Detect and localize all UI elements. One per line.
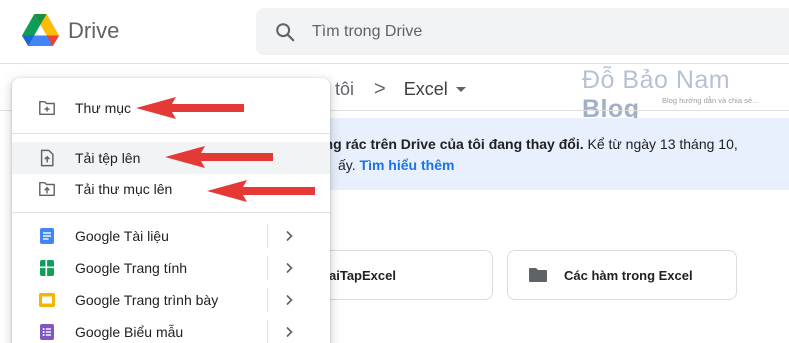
breadcrumb-separator: > (374, 77, 386, 100)
google-slides-icon (39, 293, 55, 307)
menu-divider (12, 212, 330, 213)
banner-message: ùng rác trên Drive của tôi đang thay đổi… (316, 136, 738, 152)
top-bar: Drive (0, 0, 789, 64)
menu-item-google-sheets[interactable]: Google Trang tính (12, 252, 330, 284)
menu-item-google-docs[interactable]: Google Tài liệu (12, 220, 330, 252)
watermark-tagline: Blog hướng dẫn và chia sẻ... (662, 96, 759, 105)
google-forms-icon (40, 324, 54, 340)
google-drive-logo[interactable] (22, 14, 59, 47)
new-folder-icon (39, 100, 55, 116)
search-icon[interactable] (274, 21, 296, 43)
menu-item-label: Tải thư mục lên (75, 181, 173, 197)
search-bar[interactable] (256, 8, 789, 55)
folder-name: Các hàm trong Excel (564, 268, 693, 283)
menu-item-label: Google Biểu mẫu (75, 324, 184, 340)
menu-item-label: Tải tệp lên (75, 150, 141, 166)
notice-banner: ùng rác trên Drive của tôi đang thay đổi… (258, 118, 789, 190)
folder-upload-icon (39, 181, 55, 197)
google-docs-icon (40, 228, 54, 244)
annotation-arrow-icon (165, 146, 273, 168)
file-upload-icon (40, 149, 54, 167)
annotation-arrow-icon (207, 180, 315, 202)
annotation-arrow-icon (136, 97, 244, 119)
menu-item-label: Google Tài liệu (75, 228, 169, 244)
learn-more-link[interactable]: Tìm hiểu thêm (360, 157, 455, 173)
folder-card[interactable]: Các hàm trong Excel (507, 250, 737, 300)
menu-divider (12, 133, 330, 134)
menu-item-label: Thư mục (75, 100, 132, 116)
breadcrumb-current[interactable]: Excel (404, 79, 448, 100)
menu-item-divider (267, 256, 268, 280)
banner-message-continued: ấy. Tìm hiểu thêm (338, 157, 455, 173)
search-input[interactable] (312, 8, 772, 55)
chevron-right-icon[interactable] (282, 325, 296, 339)
menu-item-label: Google Trang trình bày (75, 292, 219, 308)
chevron-right-icon[interactable] (282, 293, 296, 307)
menu-item-divider (267, 224, 268, 248)
menu-item-google-forms[interactable]: Google Biểu mẫu (12, 316, 330, 343)
watermark-title: Đỗ Bảo Nam Blog (582, 66, 731, 123)
menu-item-divider (267, 288, 268, 312)
menu-item-google-slides[interactable]: Google Trang trình bày (12, 284, 330, 316)
breadcrumb: ủa tôi > Excel (310, 76, 466, 102)
folder-icon (529, 268, 547, 282)
chevron-right-icon[interactable] (282, 229, 296, 243)
menu-item-label: Google Trang tính (75, 260, 188, 276)
app-name[interactable]: Drive (68, 18, 119, 44)
chevron-down-icon[interactable] (455, 86, 466, 92)
menu-item-divider (267, 320, 268, 343)
chevron-right-icon[interactable] (282, 261, 296, 275)
google-sheets-icon (40, 260, 54, 276)
folder-name: aiTapExcel (329, 268, 396, 283)
